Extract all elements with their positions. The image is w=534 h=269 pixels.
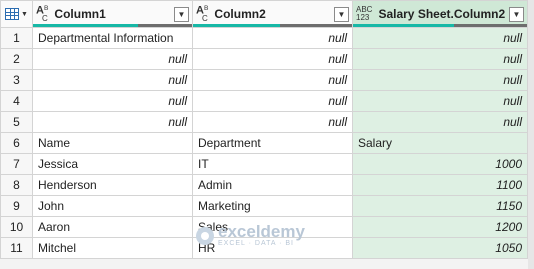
table-cell[interactable]: HR <box>192 237 353 259</box>
query-preview-grid: ▼ AB C Column1 ▼ AB C Column2 ▼ ABC 123 … <box>0 0 528 259</box>
table-cell[interactable]: null <box>192 27 353 49</box>
table-cell[interactable]: John <box>32 195 193 217</box>
row-number[interactable]: 7 <box>0 153 33 175</box>
table-row[interactable]: 4 null null null <box>0 90 528 112</box>
column-quality-bar <box>193 24 352 27</box>
row-number[interactable]: 3 <box>0 69 33 91</box>
table-cell[interactable]: 1050 <box>352 237 528 259</box>
row-number[interactable]: 4 <box>0 90 33 112</box>
column-header-3[interactable]: ABC 123 Salary Sheet.Column2 ▼ <box>352 0 528 28</box>
column-header-label: Column1 <box>54 7 106 21</box>
table-cell[interactable]: Mitchel <box>32 237 193 259</box>
table-cell[interactable]: Marketing <box>192 195 353 217</box>
row-number[interactable]: 11 <box>0 237 33 259</box>
table-cell[interactable]: Aaron <box>32 216 193 238</box>
table-cell[interactable]: null <box>352 48 528 70</box>
table-cell[interactable]: null <box>352 90 528 112</box>
column-header-1[interactable]: AB C Column1 ▼ <box>32 0 193 28</box>
table-cell[interactable]: 1100 <box>352 174 528 196</box>
table-cell[interactable]: 1200 <box>352 216 528 238</box>
table-cell[interactable]: null <box>192 111 353 133</box>
table-cell[interactable]: null <box>192 69 353 91</box>
table-cell[interactable]: Henderson <box>32 174 193 196</box>
row-number[interactable]: 5 <box>0 111 33 133</box>
table-row[interactable]: 3 null null null <box>0 69 528 91</box>
table-row[interactable]: 6 Name Department Salary <box>0 132 528 154</box>
column-quality-bar <box>33 24 192 27</box>
table-cell[interactable]: IT <box>192 153 353 175</box>
column-header-label: Column2 <box>214 7 266 21</box>
vertical-scrollbar[interactable] <box>528 0 534 269</box>
table-row[interactable]: 8 Henderson Admin 1100 <box>0 174 528 196</box>
row-number[interactable]: 10 <box>0 216 33 238</box>
table-cell[interactable]: 1150 <box>352 195 528 217</box>
grid-body: 1 Departmental Information null null 2 null nu… <box>0 27 528 259</box>
column-header-2[interactable]: AB C Column2 ▼ <box>192 0 353 28</box>
table-cell[interactable]: Jessica <box>32 153 193 175</box>
table-cell[interactable]: Salary <box>352 132 528 154</box>
filter-dropdown-icon[interactable]: ▼ <box>174 6 189 22</box>
table-cell[interactable]: null <box>192 90 353 112</box>
table-cell[interactable]: null <box>32 69 193 91</box>
table-cell[interactable]: Department <box>192 132 353 154</box>
table-cell[interactable]: Departmental Information <box>32 27 193 49</box>
table-menu-button[interactable]: ▼ <box>0 0 33 28</box>
table-cell[interactable]: Name <box>32 132 193 154</box>
text-type-icon[interactable]: AB C <box>36 5 48 24</box>
row-number[interactable]: 1 <box>0 27 33 49</box>
table-cell[interactable]: null <box>352 111 528 133</box>
row-number[interactable]: 8 <box>0 174 33 196</box>
table-cell[interactable]: null <box>352 27 528 49</box>
table-row[interactable]: 9 John Marketing 1150 <box>0 195 528 217</box>
table-row[interactable]: 7 Jessica IT 1000 <box>0 153 528 175</box>
table-row[interactable]: 5 null null null <box>0 111 528 133</box>
column-header-label: Salary Sheet.Column2 <box>378 7 506 21</box>
row-number[interactable]: 9 <box>0 195 33 217</box>
table-cell[interactable]: null <box>352 69 528 91</box>
table-cell[interactable]: null <box>32 111 193 133</box>
any-type-icon[interactable]: ABC 123 <box>356 6 372 22</box>
table-cell[interactable]: 1000 <box>352 153 528 175</box>
table-row[interactable]: 1 Departmental Information null null <box>0 27 528 49</box>
table-row[interactable]: 2 null null null <box>0 48 528 70</box>
table-cell[interactable]: null <box>192 48 353 70</box>
table-cell[interactable]: Sales <box>192 216 353 238</box>
filter-dropdown-icon[interactable]: ▼ <box>334 6 349 22</box>
text-type-icon[interactable]: AB C <box>196 5 208 24</box>
caret-down-icon: ▼ <box>21 10 28 18</box>
header-row: ▼ AB C Column1 ▼ AB C Column2 ▼ ABC 123 … <box>0 0 528 28</box>
table-cell[interactable]: Admin <box>192 174 353 196</box>
row-number[interactable]: 2 <box>0 48 33 70</box>
table-cell[interactable]: null <box>32 48 193 70</box>
filter-dropdown-icon[interactable]: ▼ <box>509 6 524 22</box>
table-cell[interactable]: null <box>32 90 193 112</box>
column-quality-bar <box>353 24 527 27</box>
table-row[interactable]: 11 Mitchel HR 1050 <box>0 237 528 259</box>
table-row[interactable]: 10 Aaron Sales 1200 <box>0 216 528 238</box>
table-icon <box>5 8 20 20</box>
row-number[interactable]: 6 <box>0 132 33 154</box>
